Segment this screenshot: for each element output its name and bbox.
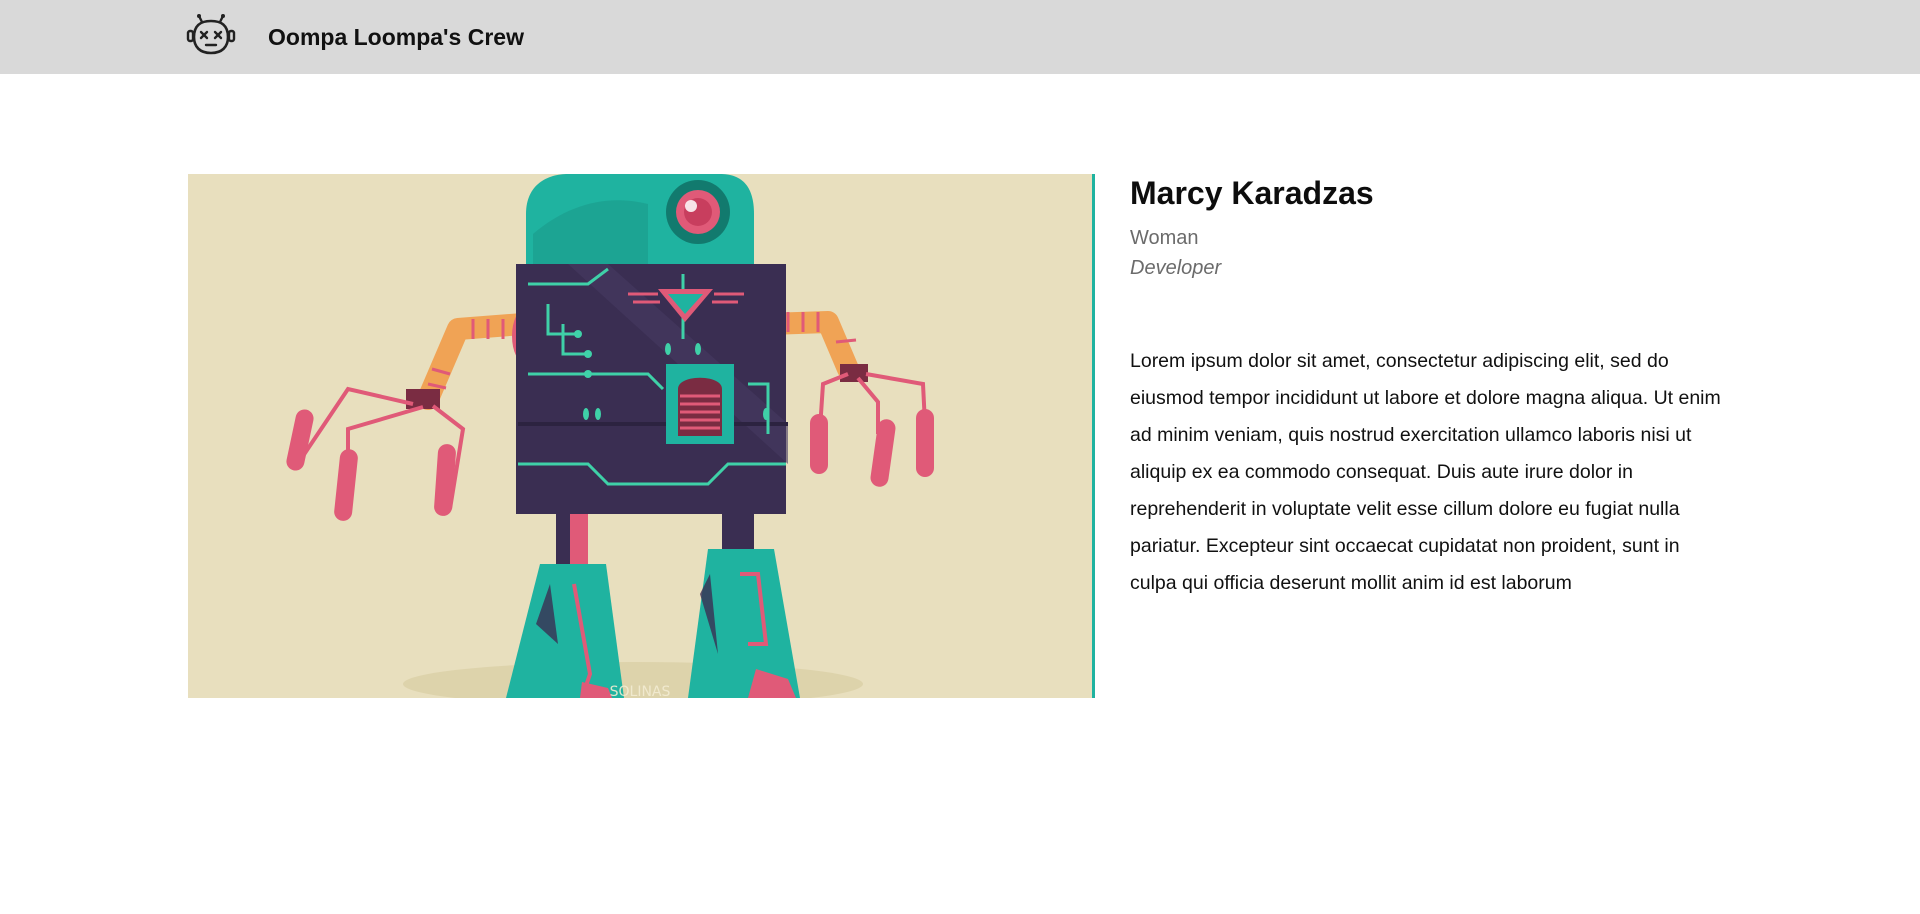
member-description: Lorem ipsum dolor sit amet, consectetur … [1130,350,1721,594]
member-image: SOLINAS [188,174,1095,698]
app-title[interactable]: Oompa Loompa's Crew [268,24,524,50]
robot-face-icon[interactable] [186,13,236,55]
svg-text:SOLINAS: SOLINAS [610,684,671,698]
member-gender: Woman [1130,227,1199,249]
artist-signature: SOLINAS [610,684,671,698]
app-header: Oompa Loompa's Crew [0,0,1920,74]
member-profession: Developer [1130,257,1222,279]
member-name: Marcy Karadzas [1130,175,1374,211]
